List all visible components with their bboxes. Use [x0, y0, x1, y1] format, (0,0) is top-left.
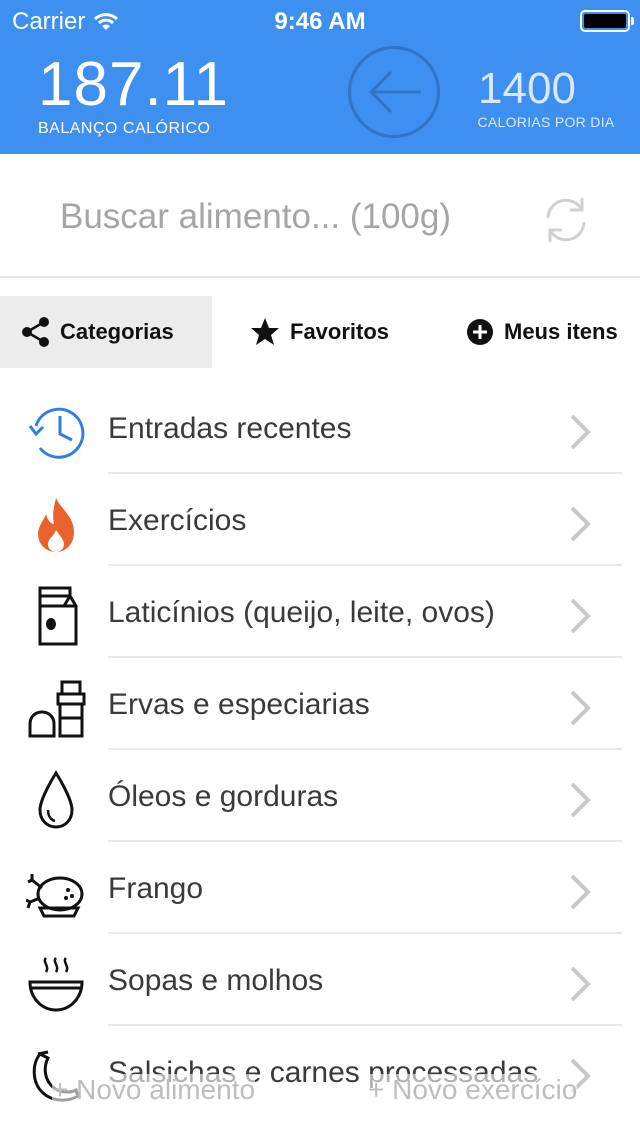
daily-calories-value: 1400 — [478, 64, 576, 113]
calorie-balance-value: 187.11 — [38, 50, 230, 119]
share-icon — [22, 317, 49, 347]
header-bar: Carrier 9:46 AM 187.11 BALANÇO CALÓRICO … — [0, 0, 640, 154]
daily-calories-label: CALORIAS POR DIA — [477, 114, 615, 130]
tab-favorites[interactable]: Favoritos — [250, 296, 389, 368]
new-exercise-button[interactable]: + Novo exercício — [368, 1074, 578, 1106]
category-tabs: Categorias Favoritos Meus itens — [0, 296, 640, 368]
spice-shaker-icon — [28, 680, 86, 738]
list-item-label: Ervas e especiarias — [108, 688, 370, 721]
chevron-right-icon — [570, 598, 591, 634]
clock-history-icon — [28, 407, 85, 459]
search-bar — [0, 154, 640, 278]
roast-chicken-icon — [26, 874, 84, 918]
search-input[interactable] — [60, 190, 510, 244]
list-item-label: Óleos e gorduras — [108, 780, 339, 813]
list-item-label: Sopas e molhos — [108, 964, 324, 997]
tab-my-items[interactable]: Meus itens — [466, 296, 618, 368]
list-item-dairy[interactable]: Laticínios (queijo, leite, ovos) — [0, 566, 640, 658]
tab-label: Categorias — [60, 319, 174, 344]
list-item-exercises[interactable]: Exercícios — [0, 474, 640, 566]
list-item-oils-fats[interactable]: Óleos e gorduras — [0, 750, 640, 842]
chevron-right-icon — [570, 506, 591, 542]
list-item-label: Entradas recentes — [108, 412, 352, 445]
soup-bowl-icon — [28, 957, 84, 1012]
plus-circle-icon — [467, 319, 493, 345]
list-item-label: Laticínios (queijo, leite, ovos) — [108, 596, 495, 629]
list-item-label: Exercícios — [108, 504, 247, 537]
tab-label: Favoritos — [290, 319, 390, 344]
oil-drop-icon — [38, 770, 74, 829]
flame-icon — [38, 498, 74, 552]
new-food-button[interactable]: + Novo alimento — [52, 1074, 256, 1106]
status-time: 9:46 AM — [274, 8, 366, 35]
status-bar: Carrier 9:46 AM — [0, 0, 640, 40]
chevron-right-icon — [570, 782, 591, 818]
list-item-soups-sauces[interactable]: Sopas e molhos — [0, 934, 640, 1026]
calorie-balance-label: BALANÇO CALÓRICO — [38, 120, 211, 137]
list-item-chicken[interactable]: Frango — [0, 842, 640, 934]
tab-label: Meus itens — [504, 319, 618, 344]
chevron-right-icon — [570, 874, 591, 910]
category-list: Entradas recentes Exercícios Laticínios … — [0, 382, 640, 1118]
back-button[interactable] — [348, 46, 440, 138]
list-item-label: Frango — [108, 872, 204, 905]
tab-categories[interactable]: Categorias — [0, 296, 212, 368]
chevron-right-icon — [570, 690, 591, 726]
bottom-actions: + Novo alimento + Novo exercício — [0, 1068, 640, 1118]
list-item-recent-entries[interactable]: Entradas recentes — [0, 382, 640, 474]
list-item-herbs-spices[interactable]: Ervas e especiarias — [0, 658, 640, 750]
arrow-left-icon — [368, 70, 421, 114]
chevron-right-icon — [570, 414, 591, 450]
star-icon — [251, 318, 279, 345]
milk-carton-icon — [38, 586, 78, 646]
refresh-icon — [546, 198, 586, 242]
chevron-right-icon — [570, 966, 591, 1002]
refresh-button[interactable] — [538, 192, 594, 248]
battery-icon — [580, 10, 634, 32]
